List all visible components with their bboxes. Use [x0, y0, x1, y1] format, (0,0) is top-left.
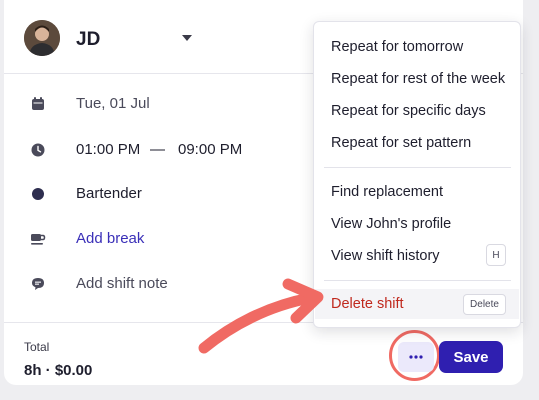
- annotation-arrow-icon: [198, 278, 324, 354]
